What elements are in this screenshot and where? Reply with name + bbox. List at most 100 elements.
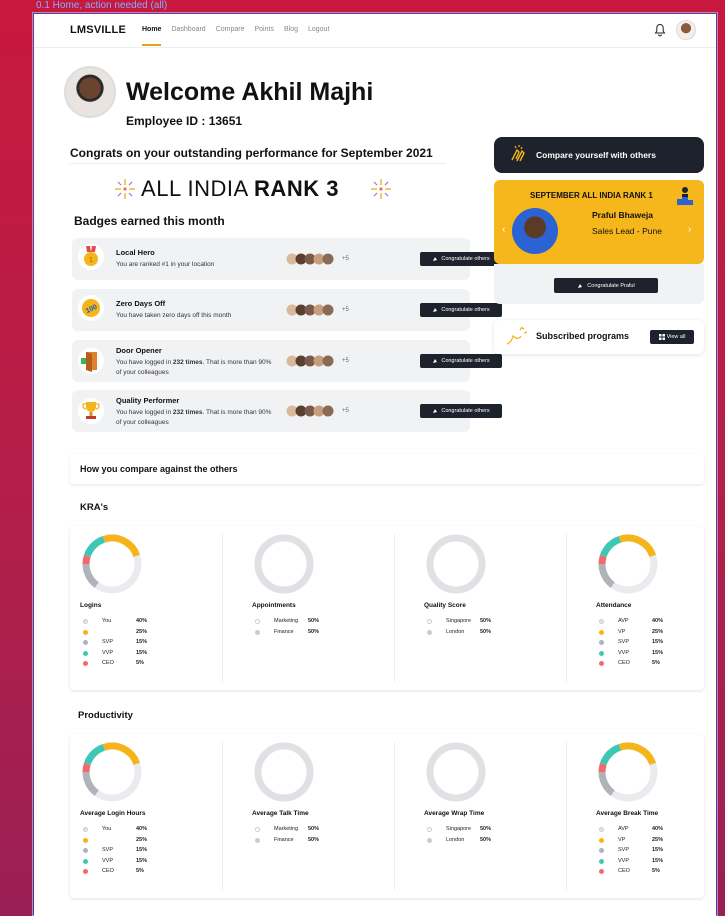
legend-item: Finance 50%: [252, 837, 332, 845]
subscribed-programs-card: Subscribed programs View all: [494, 320, 704, 354]
profile-avatar: [64, 66, 116, 118]
nav-points[interactable]: Points: [255, 26, 274, 33]
legend-value: 50%: [480, 618, 492, 624]
legend-item: AVP 40%: [596, 826, 676, 834]
clap-icon: [433, 409, 438, 413]
legend-label: CEO: [618, 660, 630, 666]
legend-label: CEO: [618, 868, 630, 874]
chevron-right-icon[interactable]: ›: [688, 224, 691, 235]
clap-hands-icon: [511, 145, 525, 162]
chart-cell: Average Login Hours You 40% 25% SVP 15% VVP 15%…: [70, 734, 228, 898]
grid-icon: [658, 334, 665, 340]
legend-swatch: [83, 858, 88, 864]
legend-swatch: [427, 629, 432, 635]
legend-swatch: [427, 619, 432, 624]
legend-label: You: [102, 826, 112, 832]
more-count: +5: [342, 307, 349, 313]
view-all-button[interactable]: View all: [650, 330, 694, 344]
compare-section-header: How you compare against the others: [70, 454, 704, 484]
legend-swatch: [83, 848, 88, 853]
donut-slice: [598, 563, 615, 588]
donut-slice: [598, 762, 607, 773]
legend-label: Finance: [274, 836, 294, 843]
compare-yourself-button[interactable]: Compare yourself with others: [494, 137, 704, 173]
user-avatar[interactable]: [676, 20, 696, 40]
legend-item: VP 25%: [596, 837, 676, 845]
legend-label: Singapore: [446, 618, 472, 624]
donut-slice: [426, 534, 486, 594]
clap-icon: [578, 283, 583, 288]
donut-slice: [83, 743, 106, 766]
badges-title: Badges earned this month: [74, 214, 225, 228]
donut-slice: [102, 742, 141, 766]
legend-swatch: [83, 869, 88, 874]
nav-blog[interactable]: Blog: [284, 26, 298, 33]
donut-slice: [94, 554, 142, 594]
legend-label: SVP: [618, 639, 630, 645]
donut-slice: [618, 534, 657, 558]
legend-label: SVP: [618, 847, 630, 853]
legend-value: 50%: [308, 628, 320, 635]
legend-value: 50%: [308, 826, 320, 832]
more-count: +5: [342, 256, 349, 262]
brand-logo[interactable]: LMSVILLE: [70, 24, 126, 36]
avatars-group-icon: [286, 304, 334, 316]
rank-prefix: ALL INDIA: [141, 176, 255, 201]
top-performer-role: Sales Lead - Pune: [592, 226, 662, 236]
legend-swatch: [83, 650, 88, 656]
legend-value: 25%: [652, 836, 664, 843]
legend-swatch: [255, 619, 260, 624]
legend-value: 40%: [136, 826, 148, 832]
badge-row: Door Opener You have logged in 232 times…: [72, 340, 502, 382]
legend-item: CEO 5%: [596, 868, 676, 876]
chart-cell: Average Talk Time Marketing 50% Finance 50%: [242, 734, 400, 898]
donut-slice: [82, 771, 99, 796]
chevron-left-icon[interactable]: ‹: [502, 224, 505, 235]
avatars-group-icon: [286, 253, 334, 265]
clap-icon: [433, 308, 438, 312]
legend-label: You: [102, 618, 112, 624]
nav-dashboard[interactable]: Dashboard: [171, 26, 205, 33]
legend-label: VVP: [618, 649, 630, 656]
chart-cell: Quality Score Singapore 50% London 50%: [414, 526, 572, 690]
kra-title: KRA's: [80, 502, 109, 513]
legend-swatch: [427, 827, 432, 832]
donut-slice: [82, 554, 91, 565]
legend-label: CEO: [102, 868, 114, 874]
divider: [394, 534, 395, 682]
nav-compare[interactable]: Compare: [216, 26, 245, 33]
congratulate-others-button[interactable]: Congratulate others: [420, 303, 502, 317]
badge-name: Quality Performer: [116, 396, 180, 405]
legend-label: VP: [618, 628, 626, 635]
legend-value: 15%: [136, 639, 148, 645]
more-count: +5: [342, 358, 349, 364]
badge-row: 1 Local Hero You are ranked #1 in your l…: [72, 238, 502, 280]
legend-swatch: [255, 629, 260, 635]
legend-swatch: [83, 661, 88, 666]
donut-chart: [598, 534, 658, 594]
legend-value: 25%: [652, 628, 664, 635]
nav-home[interactable]: Home: [142, 26, 162, 46]
congratulate-praful-button[interactable]: Congratulate Praful: [554, 278, 658, 293]
legend-value: 15%: [136, 857, 148, 864]
bell-icon[interactable]: [654, 23, 666, 37]
legend-item: Marketing 50%: [252, 826, 332, 834]
legend-value: 5%: [652, 868, 660, 874]
top-performer-avatar: [512, 208, 558, 254]
chart-title: Appointments: [252, 602, 296, 609]
legend-item: London 50%: [424, 629, 504, 637]
legend-item: Singapore 50%: [424, 826, 504, 834]
badge-name: Local Hero: [116, 248, 155, 257]
legend-item: SVP 15%: [596, 639, 676, 647]
chart-title: Average Login Hours: [80, 810, 146, 817]
badge-desc: You are ranked #1 in your location: [116, 261, 215, 268]
congratulate-others-button[interactable]: Congratulate others: [420, 252, 502, 266]
legend-value: 15%: [136, 847, 148, 853]
legend-label: SVP: [102, 639, 114, 645]
legend-label: London: [446, 836, 465, 843]
congratulate-others-button[interactable]: Congratulate others: [420, 354, 502, 368]
legend-label: Marketing: [274, 826, 299, 832]
nav-logout[interactable]: Logout: [308, 26, 329, 33]
badge-desc: You have logged in 232 times. That is mo…: [116, 359, 272, 376]
congratulate-others-button[interactable]: Congratulate others: [420, 404, 502, 418]
